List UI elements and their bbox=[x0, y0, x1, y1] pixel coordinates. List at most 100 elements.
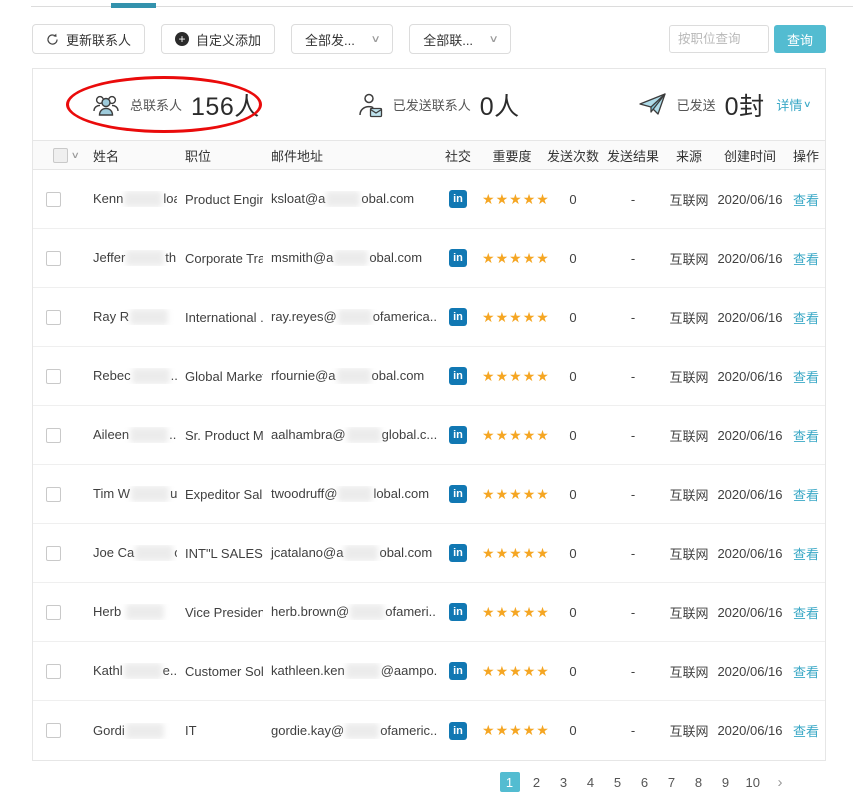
cell-name: Kennloat bbox=[85, 191, 177, 207]
cell-position: Global Market... bbox=[177, 369, 263, 384]
chevron-down-icon[interactable]: ∨ bbox=[71, 150, 80, 161]
table-row: Kennloat Product Engin... ksloat@aobal.c… bbox=[33, 170, 825, 229]
redaction-blur bbox=[344, 545, 378, 561]
star-icon: ★ bbox=[496, 663, 510, 679]
page-button-10[interactable]: 10 bbox=[743, 772, 763, 792]
select-all-checkbox[interactable] bbox=[53, 148, 68, 163]
table-row: Herb Vice Presiden... herb.brown@ofameri… bbox=[33, 583, 825, 642]
linkedin-icon[interactable]: in bbox=[449, 544, 467, 562]
star-icon: ★ bbox=[482, 722, 496, 738]
linkedin-icon[interactable]: in bbox=[449, 662, 467, 680]
page-button-7[interactable]: 7 bbox=[662, 772, 682, 792]
redaction-blur bbox=[126, 250, 164, 266]
star-icon: ★ bbox=[523, 368, 537, 384]
cell-action: 查看 bbox=[787, 249, 825, 268]
cell-source: 互联网 bbox=[665, 426, 713, 445]
table-row: Ray R International ... ray.reyes@ofamer… bbox=[33, 288, 825, 347]
cell-social: in bbox=[437, 426, 479, 444]
redaction-blur bbox=[350, 604, 384, 620]
linkedin-icon[interactable]: in bbox=[449, 722, 467, 740]
cell-created: 2020/06/16 bbox=[713, 192, 787, 207]
send-status-dropdown[interactable]: 全部发... ∨ bbox=[291, 24, 393, 54]
redaction-blur bbox=[326, 191, 360, 207]
cell-send-count: 0 bbox=[545, 192, 601, 207]
table-body: Kennloat Product Engin... ksloat@aobal.c… bbox=[33, 170, 825, 760]
view-link[interactable]: 查看 bbox=[793, 606, 819, 621]
refresh-contacts-button[interactable]: 更新联系人 bbox=[32, 24, 145, 54]
linkedin-icon[interactable]: in bbox=[449, 367, 467, 385]
header-importance: 重要度 bbox=[479, 146, 545, 165]
linkedin-icon[interactable]: in bbox=[449, 249, 467, 267]
view-link[interactable]: 查看 bbox=[793, 193, 819, 208]
search-button[interactable]: 查询 bbox=[774, 25, 826, 53]
view-link[interactable]: 查看 bbox=[793, 488, 819, 503]
row-checkbox[interactable] bbox=[46, 192, 61, 207]
row-checkbox[interactable] bbox=[46, 546, 61, 561]
cell-action: 查看 bbox=[787, 603, 825, 622]
page-button-2[interactable]: 2 bbox=[527, 772, 547, 792]
row-checkbox[interactable] bbox=[46, 251, 61, 266]
cell-created: 2020/06/16 bbox=[713, 369, 787, 384]
refresh-contacts-label: 更新联系人 bbox=[66, 30, 131, 49]
cell-name: Kathle... bbox=[85, 663, 177, 679]
view-link[interactable]: 查看 bbox=[793, 370, 819, 385]
redaction-blur bbox=[338, 309, 372, 325]
cell-send-count: 0 bbox=[545, 251, 601, 266]
linkedin-icon[interactable]: in bbox=[449, 426, 467, 444]
sent-contacts-label: 已发送联系人 bbox=[393, 95, 471, 114]
cell-email: gordie.kay@ofameric... bbox=[263, 723, 437, 739]
view-link[interactable]: 查看 bbox=[793, 311, 819, 326]
cell-send-count: 0 bbox=[545, 546, 601, 561]
view-link[interactable]: 查看 bbox=[793, 429, 819, 444]
row-checkbox[interactable] bbox=[46, 428, 61, 443]
cell-email: ksloat@aobal.com bbox=[263, 191, 437, 207]
row-checkbox[interactable] bbox=[46, 310, 61, 325]
linkedin-icon[interactable]: in bbox=[449, 308, 467, 326]
cell-created: 2020/06/16 bbox=[713, 428, 787, 443]
page-button-6[interactable]: 6 bbox=[635, 772, 655, 792]
linkedin-icon[interactable]: in bbox=[449, 485, 467, 503]
view-link[interactable]: 查看 bbox=[793, 724, 819, 739]
page-button-8[interactable]: 8 bbox=[689, 772, 709, 792]
cell-created: 2020/06/16 bbox=[713, 664, 787, 679]
search-zone: 查询 bbox=[669, 25, 826, 53]
star-icon: ★ bbox=[523, 191, 537, 207]
star-icon: ★ bbox=[509, 250, 523, 266]
importance-stars: ★★★★★ bbox=[479, 191, 545, 208]
cell-position: Vice Presiden... bbox=[177, 605, 263, 620]
star-icon: ★ bbox=[523, 486, 537, 502]
linkedin-icon[interactable]: in bbox=[449, 603, 467, 621]
star-icon: ★ bbox=[509, 722, 523, 738]
cell-action: 查看 bbox=[787, 426, 825, 445]
page-button-4[interactable]: 4 bbox=[581, 772, 601, 792]
cell-position: Expeditor Sal... bbox=[177, 487, 263, 502]
row-checkbox[interactable] bbox=[46, 664, 61, 679]
header-created: 创建时间 bbox=[713, 146, 787, 165]
summary-bar: 总联系人 156人 已发送联系人 0人 已发送 bbox=[33, 69, 825, 141]
row-checkbox[interactable] bbox=[46, 369, 61, 384]
view-link[interactable]: 查看 bbox=[793, 665, 819, 680]
total-contacts-stat: 总联系人 156人 bbox=[91, 87, 260, 123]
view-link[interactable]: 查看 bbox=[793, 252, 819, 267]
page-button-3[interactable]: 3 bbox=[554, 772, 574, 792]
star-icon: ★ bbox=[523, 427, 537, 443]
position-search-input[interactable] bbox=[669, 25, 769, 53]
cell-source: 互联网 bbox=[665, 249, 713, 268]
detail-link[interactable]: 详情 ∨ bbox=[776, 95, 811, 114]
linkedin-icon[interactable]: in bbox=[449, 190, 467, 208]
page-button-1[interactable]: 1 bbox=[500, 772, 520, 792]
row-checkbox[interactable] bbox=[46, 723, 61, 738]
row-checkbox[interactable] bbox=[46, 605, 61, 620]
cell-email: aalhambra@global.c... bbox=[263, 427, 437, 443]
page-button-9[interactable]: 9 bbox=[716, 772, 736, 792]
contact-filter-dropdown[interactable]: 全部联... ∨ bbox=[409, 24, 511, 54]
detail-link-label: 详情 bbox=[776, 95, 802, 114]
page-button-5[interactable]: 5 bbox=[608, 772, 628, 792]
view-link[interactable]: 查看 bbox=[793, 547, 819, 562]
row-checkbox[interactable] bbox=[46, 487, 61, 502]
paper-plane-icon bbox=[638, 92, 668, 118]
custom-add-button[interactable]: 自定义添加 bbox=[161, 24, 275, 54]
cell-action: 查看 bbox=[787, 308, 825, 327]
cell-position: Corporate Tra... bbox=[177, 251, 263, 266]
next-page-button[interactable]: › bbox=[770, 772, 790, 792]
